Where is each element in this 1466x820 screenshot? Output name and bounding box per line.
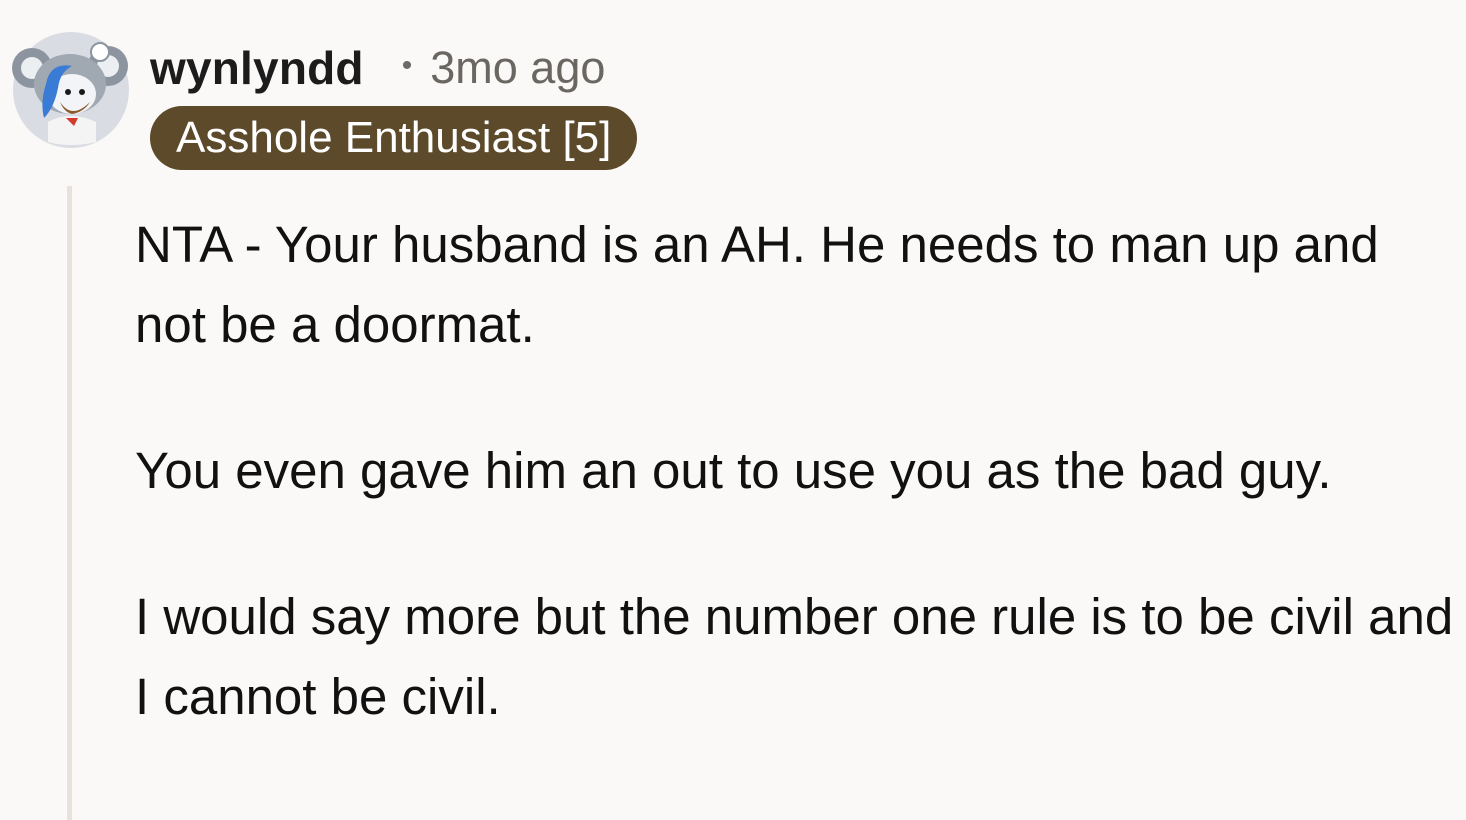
comment-paragraph: I would say more but the number one rule…: [135, 588, 1454, 725]
user-avatar-icon[interactable]: [10, 22, 132, 150]
user-flair-badge: Asshole Enthusiast [5]: [150, 106, 638, 170]
thread-line[interactable]: [67, 186, 72, 820]
username-link[interactable]: wynlyndd: [150, 41, 364, 95]
comment: wynlyndd • 3mo ago Asshole Enthusiast [5…: [0, 0, 1466, 820]
comment-body: NTA - Your husband is an AH. He needs to…: [135, 205, 1455, 803]
comment-paragraph: You even gave him an out to use you as t…: [135, 442, 1332, 499]
timestamp[interactable]: 3mo ago: [430, 42, 605, 94]
comment-paragraph: NTA - Your husband is an AH. He needs to…: [135, 216, 1379, 353]
comment-header: wynlyndd • 3mo ago: [150, 36, 605, 100]
separator-dot: •: [401, 49, 413, 82]
